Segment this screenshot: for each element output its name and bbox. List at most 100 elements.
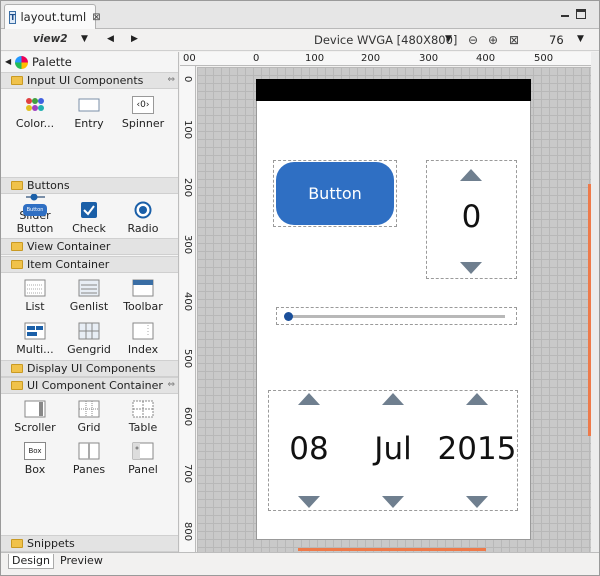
palette-item-label: Button xyxy=(16,222,54,235)
spinner-value: 0 xyxy=(461,199,482,235)
date-day: 08 xyxy=(289,431,329,467)
editor-tab-label: layout.tuml xyxy=(20,10,87,24)
view-selector[interactable]: view2 xyxy=(33,33,68,45)
day-up-icon[interactable] xyxy=(298,393,320,405)
folder-icon xyxy=(11,381,23,390)
box-icon: Box xyxy=(24,442,46,460)
zoom-out-icon[interactable]: ⊖ xyxy=(466,33,480,47)
palette-item-label: Grid xyxy=(77,421,101,434)
close-icon[interactable]: ⊠ xyxy=(92,12,100,23)
month-down-icon[interactable] xyxy=(382,496,404,508)
table-icon xyxy=(132,400,154,418)
folder-icon xyxy=(11,181,23,190)
category-label: View Container xyxy=(27,240,111,253)
date-month: Jul xyxy=(374,431,412,467)
category-component-container[interactable]: UI Component Container ⇔ xyxy=(1,377,178,394)
zoom-dropdown-icon[interactable]: ▼ xyxy=(577,34,584,44)
palette-title: Palette xyxy=(32,55,72,69)
minimize-icon[interactable] xyxy=(559,8,571,20)
palette-item-color[interactable]: Color... xyxy=(8,96,62,130)
entry-icon xyxy=(78,96,100,114)
slider-track[interactable] xyxy=(288,315,505,318)
palette-item-table[interactable]: Table xyxy=(116,400,170,434)
palette-item-check[interactable]: Check xyxy=(62,201,116,235)
zoom-level[interactable]: 76 xyxy=(549,33,564,47)
fit-screen-icon[interactable]: ⊠ xyxy=(507,33,521,47)
pin-icon[interactable]: ⇔ xyxy=(167,75,175,85)
ruler-label: 0 xyxy=(253,53,260,64)
device-selector[interactable]: Device WVGA [480X800] xyxy=(314,33,457,47)
palette-item-box[interactable]: Box Box xyxy=(8,442,62,476)
vertical-scroll-thumb[interactable] xyxy=(588,184,591,436)
pin-icon[interactable]: ⇔ xyxy=(167,380,175,390)
slider-knob[interactable] xyxy=(284,312,293,321)
day-down-icon[interactable] xyxy=(298,496,320,508)
palette-item-multibutton[interactable]: Multi... xyxy=(8,322,62,356)
category-display-ui[interactable]: Display UI Components xyxy=(1,360,178,377)
tab-design[interactable]: Design xyxy=(8,554,54,569)
palette-item-label: Color... xyxy=(15,117,55,130)
palette-item-gengrid[interactable]: Gengrid xyxy=(62,322,116,356)
category-snippets[interactable]: Snippets xyxy=(1,535,178,552)
palette-item-panes[interactable]: Panes xyxy=(62,442,116,476)
ruler-label: 00 xyxy=(183,53,196,64)
editor-tab-layout[interactable]: T layout.tuml ⊠ xyxy=(4,4,101,29)
palette-item-label: Table xyxy=(128,421,158,434)
category-input-ui[interactable]: Input UI Components ⇔ xyxy=(1,72,178,89)
palette-item-spinner[interactable]: ‹0› Spinner xyxy=(116,96,170,130)
device-dropdown-icon[interactable]: ▼ xyxy=(445,34,452,44)
year-down-icon[interactable] xyxy=(466,496,488,508)
palette-item-label: Check xyxy=(72,222,106,235)
month-up-icon[interactable] xyxy=(382,393,404,405)
palette-item-genlist[interactable]: Genlist xyxy=(62,279,116,313)
list-icon xyxy=(24,279,46,297)
tab-preview[interactable]: Preview xyxy=(57,554,106,569)
category-buttons[interactable]: Buttons xyxy=(1,177,178,194)
spinner-down-icon[interactable] xyxy=(460,262,482,274)
preview-button[interactable]: Button xyxy=(276,162,394,225)
palette-item-label: List xyxy=(25,300,45,313)
view-dropdown-icon[interactable]: ▼ xyxy=(81,34,88,44)
palette-item-list[interactable]: List xyxy=(8,279,62,313)
ruler-label: 0 xyxy=(182,76,193,83)
palette-item-radio[interactable]: Radio xyxy=(116,201,170,235)
maximize-icon[interactable] xyxy=(576,9,586,19)
palette-item-button[interactable]: Button Button xyxy=(8,201,62,235)
bottom-tab-bar: Design Preview xyxy=(1,552,599,575)
spinner-up-icon[interactable] xyxy=(460,169,482,181)
palette-item-label: Scroller xyxy=(14,421,56,434)
device-indicator-bar xyxy=(256,79,531,101)
button-icon: Button xyxy=(23,204,47,216)
ruler-label: 100 xyxy=(182,120,193,140)
category-view-container[interactable]: View Container xyxy=(1,238,178,255)
category-label: Display UI Components xyxy=(27,362,156,375)
category-label: UI Component Container xyxy=(27,379,163,392)
forward-arrow-icon[interactable]: ▶ xyxy=(131,34,138,44)
back-arrow-icon[interactable]: ◀ xyxy=(107,34,114,44)
palette-panel: ◀ Palette Input UI Components ⇔ Color...… xyxy=(1,52,179,552)
folder-icon xyxy=(11,364,23,373)
palette-item-toolbar[interactable]: Toolbar xyxy=(116,279,170,313)
year-up-icon[interactable] xyxy=(466,393,488,405)
palette-item-label: Spinner xyxy=(121,117,165,130)
palette-item-grid[interactable]: Grid xyxy=(62,400,116,434)
palette-item-panel[interactable]: Panel xyxy=(116,442,170,476)
ruler-label: 400 xyxy=(476,53,496,64)
ruler-label: 200 xyxy=(182,178,193,198)
palette-item-label: Gengrid xyxy=(67,343,111,356)
vertical-scrollbar[interactable] xyxy=(591,52,599,552)
tuml-file-icon: T xyxy=(9,10,17,24)
palette-item-index[interactable]: Index xyxy=(116,322,170,356)
zoom-in-icon[interactable]: ⊕ xyxy=(486,33,500,47)
category-item-container[interactable]: Item Container xyxy=(1,256,178,273)
vertical-ruler: 0 100 200 300 400 500 600 700 800 xyxy=(180,66,196,552)
palette-item-label: Box xyxy=(24,463,46,476)
ruler-label: 600 xyxy=(182,407,193,427)
horizontal-ruler: 00 0 100 200 300 400 500 xyxy=(180,52,591,66)
palette-item-scroller[interactable]: Scroller xyxy=(8,400,62,434)
genlist-icon xyxy=(78,279,100,297)
grid-icon xyxy=(78,400,100,418)
horizontal-scroll-thumb[interactable] xyxy=(298,548,486,551)
palette-item-entry[interactable]: Entry xyxy=(62,96,116,130)
palette-item-label: Toolbar xyxy=(123,300,163,313)
